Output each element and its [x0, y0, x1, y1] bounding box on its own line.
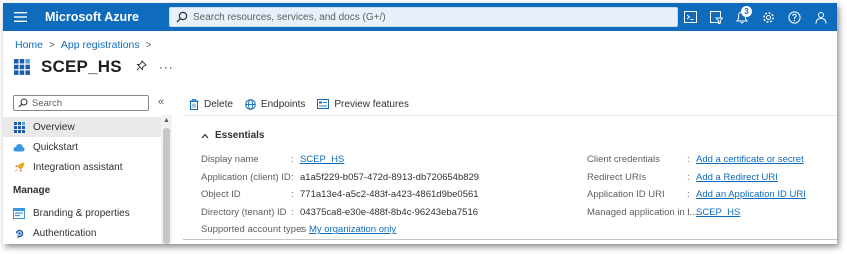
brand-title[interactable]: Microsoft Azure	[45, 10, 165, 24]
nav-item-label: Integration assistant	[33, 161, 123, 173]
overview-grid-icon	[13, 121, 25, 133]
search-icon	[18, 98, 28, 108]
field-label: Redirect URIs	[587, 171, 647, 183]
nav-search-placeholder: Search	[32, 97, 63, 109]
field-label: Application ID URI	[587, 189, 665, 201]
feedback-icon[interactable]	[807, 3, 833, 31]
global-search-input[interactable]: Search resources, services, and docs (G+…	[169, 7, 678, 27]
scroll-up-icon[interactable]: ▲	[161, 115, 172, 126]
essentials-row-tenant-id: Directory (tenant) ID : 04375ca8-e30e-48…	[201, 206, 479, 218]
nav-item-label: Quickstart	[33, 141, 79, 153]
essentials-right-column: Client credentials : Add a certificate o…	[587, 151, 806, 221]
left-navigation: Search « Overview Quickstart Integration…	[3, 91, 173, 244]
nav-item-label: Overview	[33, 121, 75, 133]
add-app-id-uri-link[interactable]: Add an Application ID URI	[696, 189, 806, 200]
more-options-button[interactable]: ···	[159, 60, 174, 74]
add-redirect-uri-link[interactable]: Add a Redirect URI	[696, 172, 778, 183]
page-title: SCEP_HS	[41, 57, 122, 76]
nav-list: Overview Quickstart Integration assistan…	[3, 117, 161, 243]
collapse-nav-button[interactable]: «	[158, 96, 164, 108]
field-label: Managed application in l...	[587, 206, 698, 218]
essentials-row-client-id: Application (client) ID : a1a5f229-b057-…	[201, 171, 480, 183]
essentials-heading: Essentials	[215, 130, 265, 141]
pin-icon[interactable]	[136, 60, 147, 74]
field-label: Display name	[201, 154, 259, 166]
search-placeholder: Search resources, services, and docs (G+…	[193, 11, 386, 23]
rocket-icon	[13, 161, 25, 173]
essentials-left-column: Display name : SCEP_HS Application (clie…	[201, 151, 479, 239]
command-toolbar: Delete Endpoints Preview features	[189, 95, 421, 113]
help-icon[interactable]	[781, 3, 807, 31]
essentials-row-app-id-uri: Application ID URI : Add an Application …	[587, 189, 806, 201]
essentials-row-object-id: Object ID : 771a13e4-a5c2-483f-a423-4861…	[201, 189, 479, 201]
field-label: Object ID	[201, 189, 241, 201]
preview-features-label: Preview features	[334, 98, 409, 110]
directory-filter-icon[interactable]	[703, 3, 729, 31]
trash-icon	[189, 98, 199, 110]
account-types-link[interactable]: My organization only	[309, 224, 396, 235]
hamburger-menu-icon[interactable]	[5, 3, 35, 31]
preview-features-button[interactable]: Preview features	[317, 98, 409, 110]
essentials-row-managed-app: Managed application in l... : SCEP_HS	[587, 206, 741, 218]
notifications-icon[interactable]: 3	[729, 3, 755, 31]
chevron-up-icon	[201, 131, 209, 141]
chevron-right-icon: >	[145, 39, 152, 51]
chevron-right-icon: >	[49, 39, 55, 51]
endpoints-button[interactable]: Endpoints	[245, 99, 305, 110]
essentials-row-display-name: Display name : SCEP_HS	[201, 154, 345, 166]
delete-label: Delete	[204, 98, 233, 110]
breadcrumb-home-link[interactable]: Home	[15, 39, 43, 51]
essentials-toggle[interactable]: Essentials	[201, 130, 264, 141]
object-id-value: 771a13e4-a5c2-483f-a423-4861d9be0561	[300, 189, 479, 201]
toolbar-divider	[183, 115, 837, 116]
nav-search-input[interactable]: Search	[13, 95, 149, 111]
essentials-bottom-divider	[183, 239, 837, 240]
cloud-shell-icon[interactable]	[677, 3, 703, 31]
notification-count-badge: 3	[741, 6, 752, 17]
globe-icon	[245, 98, 256, 110]
nav-item-authentication[interactable]: Authentication	[3, 223, 161, 243]
topbar-icons: 3	[677, 3, 833, 31]
settings-icon[interactable]	[755, 3, 781, 31]
field-label: Client credentials	[587, 154, 660, 166]
endpoints-label: Endpoints	[260, 98, 306, 110]
azure-portal-window: Microsoft Azure Search resources, servic…	[3, 3, 837, 244]
quickstart-cloud-icon	[13, 141, 25, 153]
authentication-icon	[13, 227, 25, 239]
delete-button[interactable]: Delete	[189, 99, 233, 110]
app-registration-icon	[14, 59, 30, 75]
field-label: Supported account types	[201, 224, 307, 236]
add-certificate-link[interactable]: Add a certificate or secret	[696, 154, 804, 165]
nav-scrollbar[interactable]: ▲	[161, 115, 172, 244]
essentials-row-client-credentials: Client credentials : Add a certificate o…	[587, 154, 804, 166]
display-name-link[interactable]: SCEP_HS	[300, 154, 344, 165]
client-id-value: a1a5f229-b057-472d-8913-db720654b829	[300, 171, 480, 183]
branding-icon	[13, 207, 25, 219]
essentials-row-account-types: Supported account types : My organizatio…	[201, 224, 397, 236]
tenant-id-value: 04375ca8-e30e-488f-8b4c-96243eba7516	[300, 206, 479, 218]
nav-item-quickstart[interactable]: Quickstart	[3, 137, 161, 157]
top-bar: Microsoft Azure Search resources, servic…	[3, 3, 837, 31]
breadcrumb: Home > App registrations >	[15, 39, 158, 51]
breadcrumb-app-registrations-link[interactable]: App registrations	[61, 39, 140, 51]
nav-item-label: Branding & properties	[33, 207, 130, 219]
essentials-row-redirect-uris: Redirect URIs : Add a Redirect URI	[587, 171, 778, 183]
nav-item-overview[interactable]: Overview	[3, 117, 161, 137]
field-label: Application (client) ID	[201, 171, 291, 183]
preview-features-icon	[317, 99, 330, 109]
scrollbar-thumb[interactable]	[163, 128, 170, 244]
field-label: Directory (tenant) ID	[201, 206, 287, 218]
nav-section-manage: Manage	[13, 184, 51, 196]
nav-item-branding-properties[interactable]: Branding & properties	[3, 203, 161, 223]
title-row: SCEP_HS ···	[13, 55, 174, 79]
nav-item-label: Authentication	[33, 227, 97, 239]
managed-app-link[interactable]: SCEP_HS	[696, 207, 740, 218]
search-icon	[176, 11, 188, 23]
nav-item-integration-assistant[interactable]: Integration assistant	[3, 157, 161, 177]
